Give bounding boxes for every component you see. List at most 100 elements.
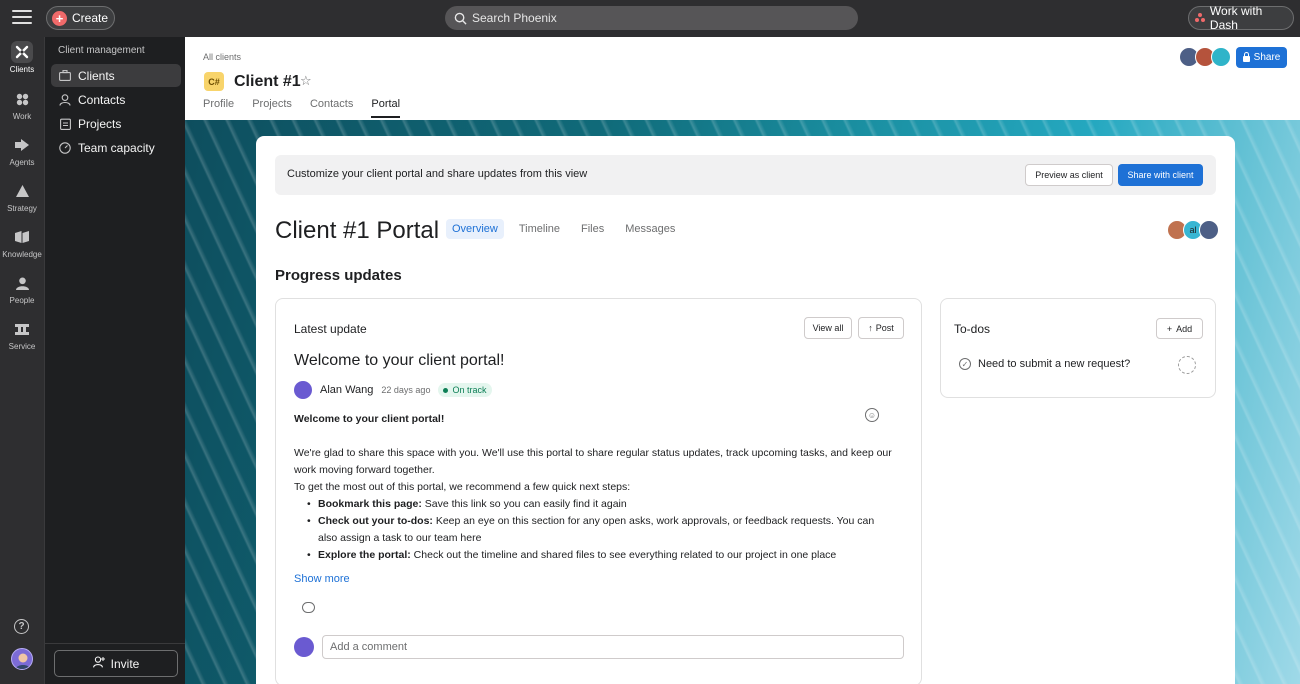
tab-projects[interactable]: Projects [252, 98, 292, 118]
create-button[interactable]: + Create [46, 6, 115, 30]
rail-item-people[interactable]: People [0, 272, 44, 305]
work-with-dash-button[interactable]: Work with Dash [1188, 4, 1294, 32]
rail-item-clients[interactable]: Clients [0, 41, 44, 74]
tab-profile[interactable]: Profile [203, 98, 234, 118]
gauge-icon [59, 141, 71, 154]
workspace-label: Work with Dash [1209, 4, 1263, 32]
add-todo-button[interactable]: + Add [1156, 318, 1203, 339]
add-person-icon [92, 656, 105, 671]
rail-label: Service [8, 342, 36, 351]
rail-item-service[interactable]: Service [0, 318, 44, 351]
main-content: All clients C# Client #1 ☆ Profile Proje… [185, 37, 1300, 684]
sidebar-divider [45, 643, 186, 644]
author-avatar[interactable] [294, 381, 312, 399]
rail-label: Agents [9, 158, 35, 167]
member-avatars[interactable] [1179, 47, 1231, 67]
tab-timeline[interactable]: Timeline [513, 219, 566, 239]
todo-label: Need to submit a new request? [978, 358, 1131, 370]
todos-panel: To-dos + Add ✓ Need to submit a new requ… [940, 298, 1216, 398]
tab-messages[interactable]: Messages [619, 219, 681, 239]
sidebar-item-projects[interactable]: Projects [51, 112, 181, 135]
sidebar-item-label: Clients [78, 68, 115, 83]
list-item: Bookmark this page: Save this link so yo… [307, 496, 894, 513]
avatar [1199, 220, 1219, 240]
author-name[interactable]: Alan Wang [320, 384, 373, 396]
star-icon[interactable]: ☆ [300, 73, 312, 89]
show-more-link[interactable]: Show more [294, 573, 350, 585]
assignee-icon[interactable] [1178, 356, 1196, 374]
update-body: Welcome to your client portal! We're gla… [294, 411, 894, 564]
post-label: Post [875, 323, 894, 333]
commenter-avatar [294, 637, 314, 657]
clipboard-icon [59, 118, 71, 130]
portal-member-avatars[interactable]: al [1167, 220, 1219, 240]
comment-icon[interactable] [302, 602, 315, 613]
invite-button[interactable]: Invite [54, 650, 178, 677]
todos-title: To-dos [954, 322, 991, 336]
latest-update-label: Latest update [294, 322, 367, 336]
service-icon [11, 318, 33, 340]
plus-icon: + [1166, 323, 1173, 334]
strategy-icon [11, 180, 33, 202]
rail-label: Work [12, 112, 32, 121]
sidebar-item-team-capacity[interactable]: Team capacity [51, 136, 181, 159]
share-with-client-button[interactable]: Share with client [1118, 164, 1203, 186]
banner-text: Customize your client portal and share u… [287, 168, 588, 180]
update-timestamp: 22 days ago [381, 385, 431, 395]
contact-icon [59, 93, 71, 106]
list-item: Check out your to-dos: Keep an eye on th… [307, 513, 894, 547]
client-badge: C# [204, 72, 224, 91]
clients-icon [11, 41, 33, 63]
lock-icon [1242, 51, 1250, 62]
help-icon[interactable]: ? [14, 619, 29, 634]
check-circle-icon[interactable]: ✓ [959, 358, 971, 370]
comment-input[interactable]: Add a comment [322, 635, 904, 659]
rail-label: Clients [9, 65, 35, 74]
portal-tabs: Overview Timeline Files Messages [446, 219, 681, 239]
search-icon [454, 12, 467, 25]
top-bar: + Create Search Phoenix Work with Dash [0, 0, 1300, 37]
rail-label: Strategy [7, 204, 37, 213]
list-item: Explore the portal: Check out the timeli… [307, 547, 894, 564]
tab-portal[interactable]: Portal [371, 98, 401, 118]
tab-contacts[interactable]: Contacts [310, 98, 353, 118]
menu-icon[interactable] [12, 10, 32, 26]
dash-logo-icon [1195, 13, 1205, 23]
status-badge: On track [438, 383, 493, 397]
portal-title: Client #1 Portal [275, 217, 440, 244]
tab-overview[interactable]: Overview [446, 219, 504, 239]
portal-card: Customize your client portal and share u… [256, 136, 1235, 684]
search-placeholder: Search Phoenix [472, 11, 557, 25]
preview-as-client-button[interactable]: Preview as client [1025, 164, 1113, 186]
status-dot-icon [443, 387, 449, 393]
sidebar-item-clients[interactable]: Clients [51, 64, 181, 87]
left-rail: Clients Work Agents Strategy Knowledge P… [0, 37, 44, 684]
breadcrumb[interactable]: All clients [203, 52, 241, 62]
todo-item[interactable]: ✓ Need to submit a new request? [959, 358, 1130, 370]
tab-files[interactable]: Files [575, 219, 610, 239]
rail-item-strategy[interactable]: Strategy [0, 180, 44, 213]
share-button[interactable]: Share [1236, 47, 1287, 68]
sidebar-item-label: Contacts [78, 92, 126, 107]
search-bar[interactable]: Search Phoenix [445, 6, 858, 30]
update-paragraph: We're glad to share this space with you.… [294, 447, 892, 476]
view-all-button[interactable]: View all [804, 317, 852, 339]
user-avatar[interactable] [11, 648, 33, 670]
comment-row: Add a comment [294, 635, 904, 659]
latest-update-panel: Latest update View all ↑ Post Welcome to… [275, 298, 922, 684]
share-label: Share [1253, 52, 1281, 63]
rail-item-agents[interactable]: Agents [0, 134, 44, 167]
briefcase-icon [59, 70, 71, 82]
create-label: Create [72, 11, 109, 25]
rail-item-work[interactable]: Work [0, 88, 44, 121]
progress-updates-title: Progress updates [275, 267, 402, 284]
agents-icon [11, 134, 33, 156]
sidebar-item-label: Team capacity [78, 140, 155, 155]
rail-item-knowledge[interactable]: Knowledge [0, 226, 44, 259]
update-title: Welcome to your client portal! [294, 352, 505, 369]
sidebar-item-contacts[interactable]: Contacts [51, 88, 181, 111]
people-icon [11, 272, 33, 294]
sidebar-item-label: Projects [78, 116, 122, 131]
author-row: Alan Wang 22 days ago On track [294, 381, 493, 399]
post-button[interactable]: ↑ Post [858, 317, 904, 339]
